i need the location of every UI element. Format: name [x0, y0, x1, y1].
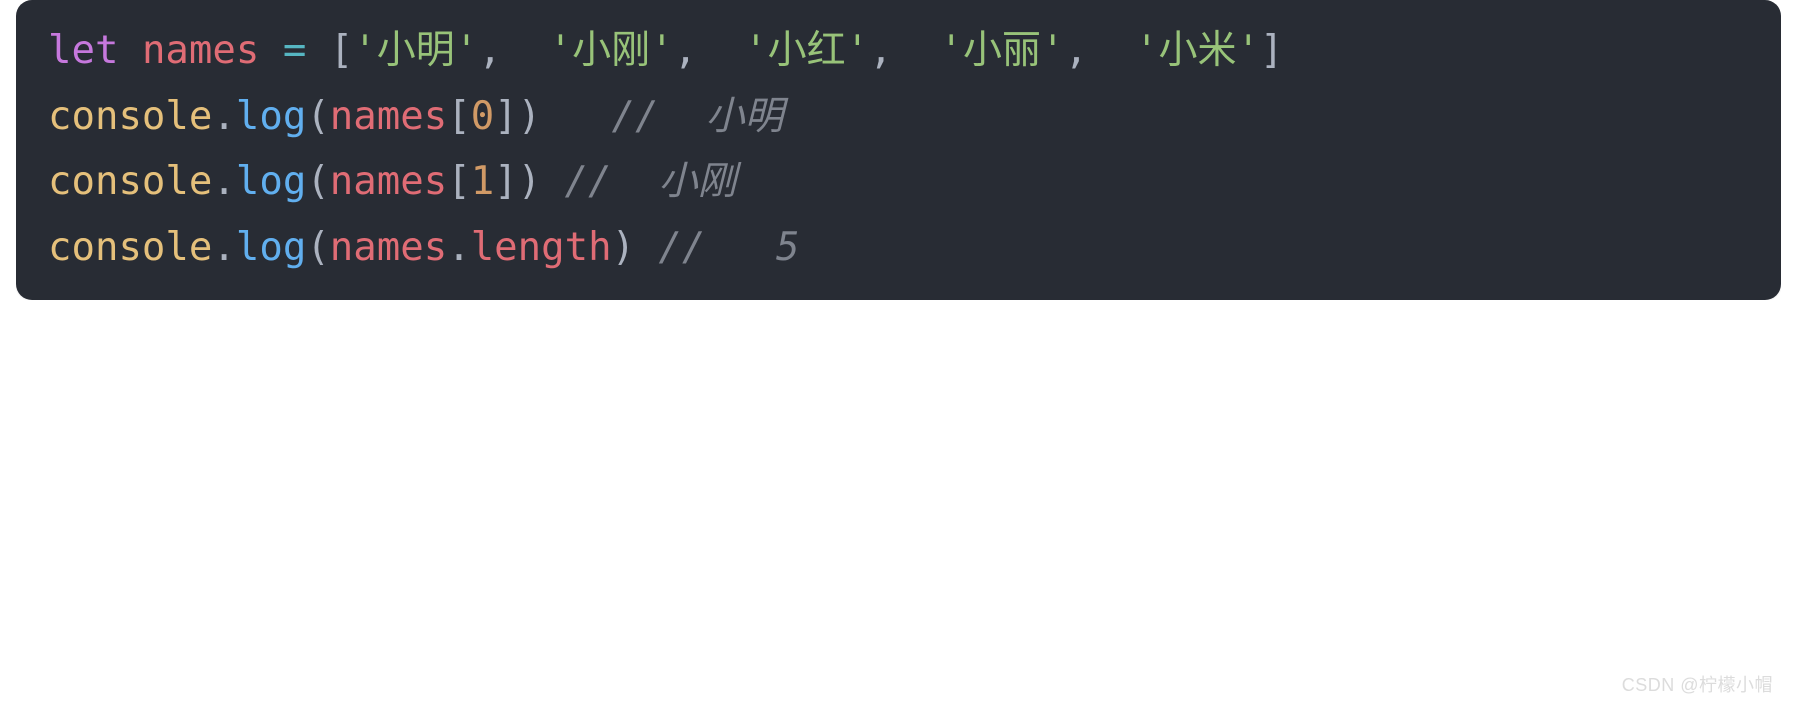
code-line-4: console.log(names.length) // 5: [48, 225, 799, 270]
str-2: '小刚': [549, 28, 674, 73]
paren-close: ): [612, 225, 635, 270]
comma: ,: [869, 28, 892, 73]
comma: ,: [1065, 28, 1088, 73]
bracket-close: ]: [1260, 28, 1283, 73]
obj-console: console: [48, 159, 212, 204]
keyword-let: let: [48, 28, 118, 73]
var-names: names: [142, 28, 259, 73]
str-4: '小丽': [940, 28, 1065, 73]
dot: .: [447, 225, 470, 270]
watermark: CSDN @柠檬小帽: [1622, 671, 1773, 697]
bracket-close: ]: [494, 159, 517, 204]
arg-names: names: [330, 159, 447, 204]
method-log: log: [236, 159, 306, 204]
num-1: 1: [471, 159, 494, 204]
str-5: '小米': [1135, 28, 1260, 73]
code-line-3: console.log(names[1]) // 小刚: [48, 159, 737, 204]
op-eq: =: [283, 28, 306, 73]
comma: ,: [674, 28, 697, 73]
obj-console: console: [48, 225, 212, 270]
method-log: log: [236, 94, 306, 139]
num-0: 0: [471, 94, 494, 139]
code-line-1: let names = ['小明', '小刚', '小红', '小丽', '小米…: [48, 28, 1283, 73]
obj-console: console: [48, 94, 212, 139]
bracket-open: [: [447, 159, 470, 204]
paren-open: (: [306, 225, 329, 270]
code-wrapper: let names = ['小明', '小刚', '小红', '小丽', '小米…: [16, 0, 1781, 300]
str-3: '小红': [744, 28, 869, 73]
paren-open: (: [306, 159, 329, 204]
comma: ,: [478, 28, 501, 73]
bracket-open: [: [330, 28, 353, 73]
dot: .: [212, 94, 235, 139]
arg-names: names: [330, 225, 447, 270]
comment: // 5: [659, 225, 800, 270]
code-block: let names = ['小明', '小刚', '小红', '小丽', '小米…: [16, 0, 1781, 300]
str-1: '小明': [353, 28, 478, 73]
method-log: log: [236, 225, 306, 270]
paren-close: ): [518, 94, 541, 139]
comment: // 小明: [612, 94, 784, 139]
comment: // 小刚: [565, 159, 737, 204]
code-line-2: console.log(names[0]) // 小明: [48, 94, 784, 139]
paren-open: (: [306, 94, 329, 139]
bracket-open: [: [447, 94, 470, 139]
paren-close: ): [518, 159, 541, 204]
dot: .: [212, 225, 235, 270]
dot: .: [212, 159, 235, 204]
prop-length: length: [471, 225, 612, 270]
bracket-close: ]: [494, 94, 517, 139]
arg-names: names: [330, 94, 447, 139]
